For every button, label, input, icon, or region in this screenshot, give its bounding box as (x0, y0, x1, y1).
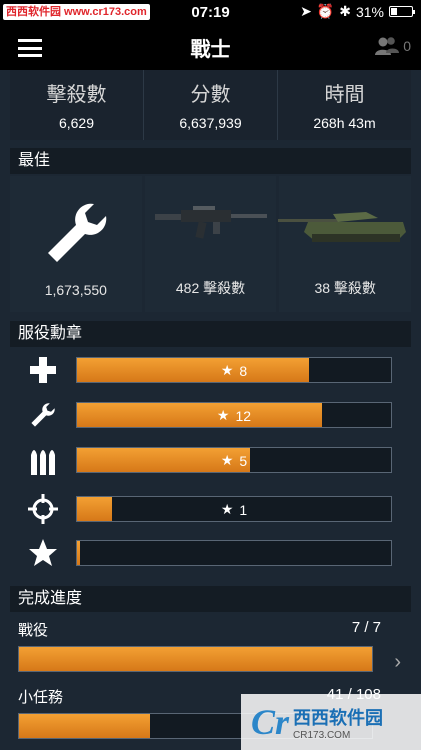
nav-bar: 戰士 0 (0, 24, 421, 70)
medal-progress-bar: ★ 1 (76, 496, 392, 522)
best-weapon-kills: 482 擊殺數 (175, 280, 246, 296)
page-title: 戰士 (190, 38, 231, 61)
rifle-icon (154, 206, 267, 239)
star-icon: ★ (220, 452, 234, 468)
best-vehicle-card[interactable]: 38 擊殺數 (278, 176, 412, 312)
status-indicators: ➤ ⏰ ✱ 31% (300, 3, 415, 20)
medic-cross-icon (30, 357, 56, 383)
stats-row: 擊殺數 6,629 分數 6,637,939 時間 268h 43m (10, 70, 411, 140)
medal-count: 8 (239, 362, 248, 379)
wrench-icon (31, 403, 55, 427)
stat-time: 時間 268h 43m (278, 70, 411, 140)
location-icon: ➤ (300, 3, 312, 19)
medal-count: 12 (235, 407, 252, 424)
crosshair-icon (28, 494, 58, 524)
best-header: 最佳 (10, 148, 411, 174)
friends-count: 0 (403, 38, 411, 54)
medal-count: 5 (239, 452, 248, 469)
stat-label: 時間 (324, 84, 365, 106)
medal-progress-fill (77, 541, 81, 565)
stat-score: 分數 6,637,939 (144, 70, 278, 140)
best-vehicle-kills: 38 擊殺數 (314, 280, 376, 296)
wrench-icon (48, 203, 107, 262)
stat-label: 擊殺數 (46, 84, 107, 106)
medal-row[interactable]: ★ 8 (10, 348, 411, 392)
battery-percent: 31% (355, 3, 384, 20)
medal-count: 1 (239, 501, 248, 518)
progress-fill (19, 714, 150, 738)
medals-header: 服役勳章 (10, 321, 411, 347)
site-watermark: Cr 西西软件园 CR173.COM (241, 694, 421, 750)
star-icon: ★ (220, 362, 234, 378)
progress-label: 戰役 (18, 622, 49, 639)
star-icon (29, 539, 57, 566)
medal-row[interactable]: ★ 12 (10, 393, 411, 437)
stat-value: 6,629 (58, 115, 95, 131)
watermark-url: CR173.COM (293, 729, 351, 741)
progress-bar (18, 646, 373, 672)
stat-value: 6,637,939 (179, 115, 242, 131)
best-class-card[interactable]: 1,673,550 (10, 176, 142, 312)
ammo-icon (31, 450, 55, 475)
friends-icon (375, 37, 400, 55)
star-icon: ★ (220, 501, 234, 517)
medal-progress-bar: ★ 12 (76, 402, 392, 428)
watermark-logo: Cr (251, 702, 290, 742)
battery-icon (389, 6, 415, 17)
medal-progress-bar (76, 540, 392, 566)
tank-icon (278, 212, 407, 242)
status-bar: 西西软件园 www.cr173.com 07:19 ➤ ⏰ ✱ 31% (0, 0, 421, 24)
campaign-progress[interactable]: 戰役 7 / 7 › (10, 619, 411, 674)
progress-fill (19, 647, 372, 671)
best-weapon-card[interactable]: 482 擊殺數 (144, 176, 277, 312)
best-row: 1,673,550 482 擊殺數 38 擊殺數 (10, 176, 412, 312)
progress-value: 7 / 7 (351, 619, 381, 636)
medal-row[interactable]: ★ 1 (10, 487, 411, 531)
progress-label: 小任務 (18, 689, 64, 706)
medal-progress-bar: ★ 5 (76, 447, 392, 473)
friends-button[interactable]: 0 (374, 36, 411, 56)
alarm-icon: ⏰ (316, 3, 335, 19)
medal-row[interactable] (10, 531, 411, 575)
chevron-right-icon[interactable]: › (394, 651, 401, 674)
watermark-name: 西西软件园 (293, 707, 384, 728)
medal-progress-bar: ★ 8 (76, 357, 392, 383)
completion-header: 完成進度 (10, 586, 411, 612)
stat-label: 分數 (190, 84, 231, 106)
menu-icon[interactable] (18, 39, 42, 57)
star-icon: ★ (216, 407, 230, 423)
bluetooth-icon: ✱ (339, 3, 351, 19)
stat-value: 268h 43m (313, 115, 376, 131)
medal-row[interactable]: ★ 5 (10, 438, 411, 482)
stat-kills: 擊殺數 6,629 (10, 70, 144, 140)
best-class-score: 1,673,550 (44, 282, 107, 298)
